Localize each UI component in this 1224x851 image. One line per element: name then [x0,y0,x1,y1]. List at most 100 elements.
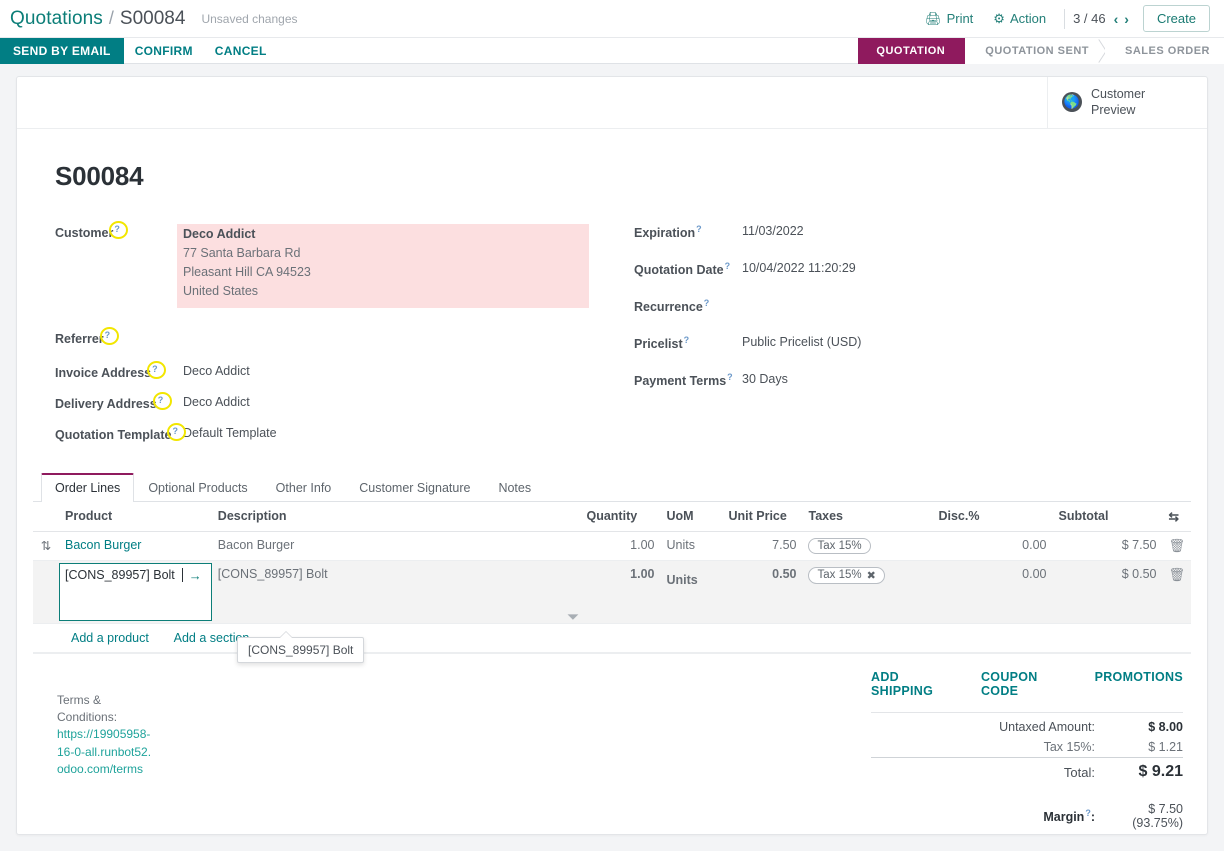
resize-grip-icon[interactable]: ◢ [566,608,579,621]
help-icon[interactable]: ? [158,395,164,405]
cell-description[interactable]: [CONS_89957] Bolt ◢ [211,560,581,624]
help-icon[interactable]: ? [172,426,178,436]
help-icon[interactable]: ? [725,261,731,271]
product-link[interactable]: Bacon Burger [65,538,141,552]
customer-city: Pleasant Hill CA 94523 [183,264,311,279]
help-icon[interactable]: ? [114,224,120,234]
help-icon[interactable]: ? [152,364,158,374]
stage-quotation[interactable]: QUOTATION [858,38,975,64]
cell-unit-price[interactable]: 0.50 [722,560,803,624]
stage-quotation-sent[interactable]: QUOTATION SENT [965,38,1106,64]
tax-pill[interactable]: Tax 15% [808,537,871,554]
promotions-link[interactable]: PROMOTIONS [1095,670,1183,698]
cell-discount[interactable]: 0.00 [932,560,1053,624]
tab-notes[interactable]: Notes [484,473,545,502]
tab-optional-products[interactable]: Optional Products [134,473,261,502]
table-row[interactable]: ⇅ Bacon Burger Bacon Burger 1.00 Units 7… [33,531,1191,561]
cell-taxes[interactable]: Tax 15% ✖ [802,560,933,624]
table-row[interactable]: [CONS_89957] Bolt → [CONS_89957] Bolt ◢ … [33,560,1191,624]
help-icon[interactable]: ? [727,372,733,382]
help-icon[interactable]: ? [105,330,111,340]
product-input-value: [CONS_89957] Bolt [65,567,175,582]
col-unit-price: Unit Price [722,501,803,532]
tab-customer-signature[interactable]: Customer Signature [345,473,484,502]
cell-product[interactable]: Bacon Burger [59,531,212,561]
confirm-button[interactable]: CONFIRM [124,38,204,64]
field-pricelist-value[interactable]: Public Pricelist (USD) [742,335,861,349]
terms-url[interactable]: https://19905958-16-0-all.runbot52.odoo.… [57,726,153,778]
field-quotation-template-value[interactable]: Default Template [183,426,277,440]
send-by-email-button[interactable]: SEND BY EMAIL [0,37,124,64]
tax-label: Tax 15% [817,539,862,552]
field-delivery-address-label: Delivery Address? [55,395,183,411]
cell-description[interactable]: Bacon Burger [211,531,581,561]
add-shipping-link[interactable]: ADD SHIPPING [871,670,959,698]
label-text: Quotation Date [634,262,724,277]
coupon-code-link[interactable]: COUPON CODE [981,670,1073,698]
field-customer: Customer? Deco Addict 77 Santa Barbara R… [55,223,612,308]
app-root: Quotations / S00084 Unsaved changes 🖨 Pr… [0,0,1224,851]
pager-next-icon[interactable]: › [1124,11,1129,27]
cell-product-editing[interactable]: [CONS_89957] Bolt → [59,560,212,624]
stage-sales-order[interactable]: SALES ORDER [1105,38,1224,64]
tab-other-info[interactable]: Other Info [262,473,346,502]
cell-uom[interactable]: Units [660,531,723,561]
cell-taxes[interactable]: Tax 15% [802,531,933,561]
pager-previous-icon[interactable]: ‹ [1114,11,1119,27]
cell-unit-price[interactable]: 7.50 [722,531,803,561]
customer-preview-button[interactable]: 🌎 Customer Preview [1047,77,1207,128]
total-value: $ 9.21 [1095,756,1183,784]
delete-line-icon[interactable]: 🗑 [1162,531,1191,561]
col-subtotal: Subtotal [1052,501,1163,532]
drag-handle-icon[interactable]: ⇅ [33,531,59,561]
help-icon[interactable]: ? [1085,808,1091,818]
untaxed-amount-label: Untaxed Amount: [871,711,1095,737]
field-expiration-label: Expiration? [634,224,742,240]
terms-and-conditions: Terms & Conditions: https://19905958-16-… [33,664,153,833]
field-referrer-label: Referrer? [55,330,183,346]
help-icon[interactable]: ? [696,224,702,234]
form-sheet: 🌎 Customer Preview S00084 Customer? Deco… [16,76,1208,835]
field-invoice-address-value[interactable]: Deco Addict [183,364,250,378]
tab-order-lines[interactable]: Order Lines [41,472,135,502]
delete-line-icon[interactable]: 🗑 [1162,560,1191,624]
field-quotation-date-value[interactable]: 10/04/2022 11:20:29 [742,261,856,275]
create-button[interactable]: Create [1142,5,1210,32]
tax-label: Tax 15%: [1043,739,1095,754]
help-icon[interactable]: ? [704,298,710,308]
cell-discount[interactable]: 0.00 [932,531,1053,561]
field-expiration-value[interactable]: 11/03/2022 [742,224,804,238]
field-payment-terms-value[interactable]: 30 Days [742,372,788,386]
help-icon[interactable]: ? [684,335,690,345]
tax-label: Tax 15% [817,569,862,582]
column-options-icon[interactable]: ⇆ [1162,501,1191,532]
margin-label: Margin?: [871,784,1095,833]
breadcrumb-parent[interactable]: Quotations [10,8,103,30]
label-text: Referrer [55,331,104,346]
field-quotation-template-label: Quotation Template? [55,426,183,442]
order-lines-table: Product Description Quantity UoM Unit Pr… [33,501,1191,663]
product-input[interactable]: [CONS_89957] Bolt → [59,562,212,621]
print-button[interactable]: 🖨 Print [915,7,983,30]
customer-name: Deco Addict [183,226,256,241]
action-button[interactable]: ⚙ Action [983,7,1056,30]
cell-uom[interactable]: Units [660,560,723,624]
field-delivery-address-value[interactable]: Deco Addict [183,395,250,409]
field-payment-terms: Payment Terms? 30 Days [634,372,1169,390]
label-text: Delivery Address [55,396,157,411]
tax-pill[interactable]: Tax 15% ✖ [808,566,885,584]
tax-remove-icon[interactable]: ✖ [867,569,876,582]
customer-value-box[interactable]: Deco Addict 77 Santa Barbara Rd Pleasant… [177,223,589,308]
breadcrumb: Quotations / S00084 Unsaved changes [10,8,298,30]
stat-button-box: 🌎 Customer Preview [17,77,1207,129]
order-lines-head: Product Description Quantity UoM Unit Pr… [33,501,1191,532]
cell-quantity[interactable]: 1.00 [580,560,661,624]
form-grid: Customer? Deco Addict 77 Santa Barbara R… [55,223,1169,460]
autocomplete-tooltip[interactable]: [CONS_89957] Bolt [237,630,365,663]
text-caret [181,567,183,582]
add-a-product-link[interactable]: Add a product [71,631,149,645]
status-ribbon: QUOTATION QUOTATION SENT SALES ORDER [858,38,1224,64]
internal-link-arrow-icon[interactable]: → [189,568,202,583]
cell-quantity[interactable]: 1.00 [580,531,661,561]
cancel-button[interactable]: CANCEL [204,38,278,64]
